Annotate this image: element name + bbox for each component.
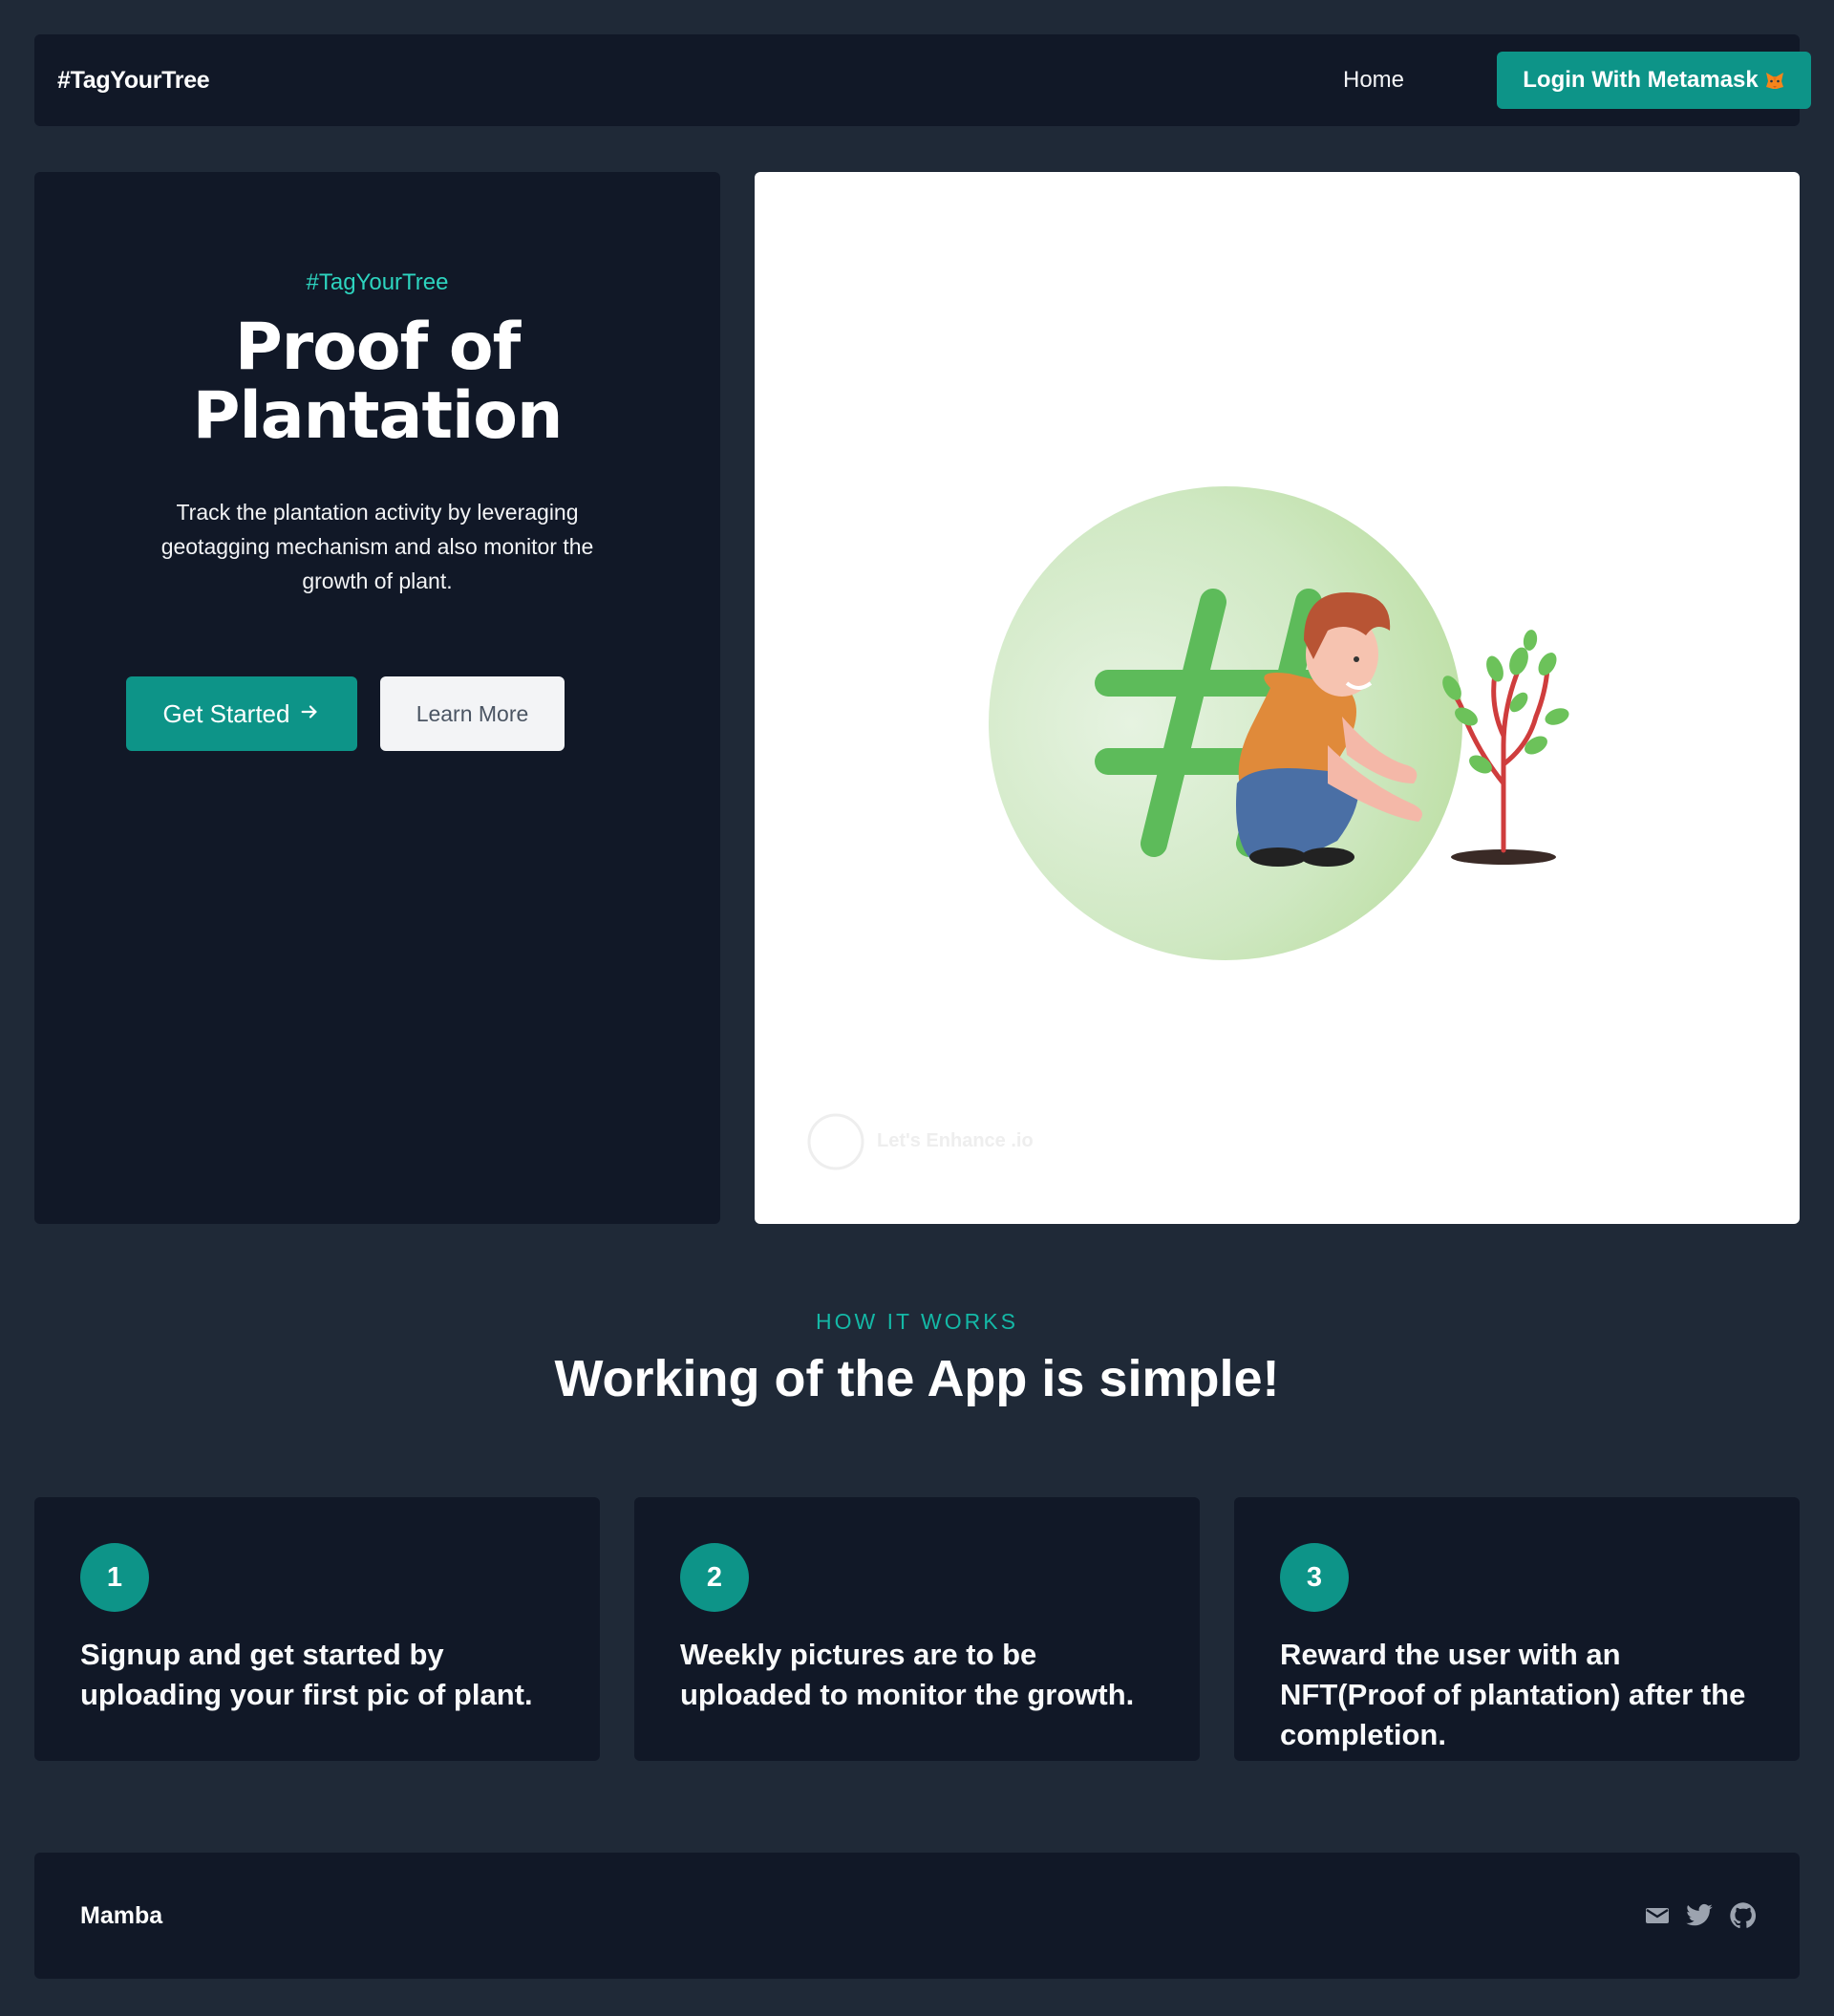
how-it-works-title: Working of the App is simple! bbox=[554, 1350, 1280, 1407]
footer-brand: Mamba bbox=[80, 1901, 163, 1929]
brand-logo[interactable]: #TagYourTree bbox=[57, 67, 210, 95]
step-card-2: 2 Weekly pictures are to be uploaded to … bbox=[634, 1497, 1200, 1761]
login-button-label: Login With Metamask bbox=[1523, 67, 1759, 93]
hero-illustration: Let's Enhance .io bbox=[755, 172, 1800, 1224]
get-started-label: Get Started bbox=[162, 698, 290, 728]
metamask-fox-icon bbox=[1764, 70, 1785, 91]
step-description: Weekly pictures are to be uploaded to mo… bbox=[680, 1638, 1135, 1711]
footer: Mamba bbox=[34, 1853, 1800, 1979]
arrow-right-icon bbox=[299, 699, 320, 729]
step-description: Reward the user with an NFT(Proof of pla… bbox=[1280, 1638, 1746, 1751]
boy-planting-tree-illustration: Let's Enhance .io bbox=[807, 486, 1569, 1170]
footer-social-links bbox=[1645, 1901, 1758, 1930]
step-card-1: 1 Signup and get started by uploading yo… bbox=[34, 1497, 600, 1761]
twitter-icon[interactable] bbox=[1685, 1903, 1714, 1928]
step-card-3: 3 Reward the user with an NFT(Proof of p… bbox=[1234, 1497, 1800, 1761]
how-it-works-label: HOW IT WORKS bbox=[816, 1309, 1018, 1334]
hero-title: Proof of Plantation bbox=[34, 313, 720, 451]
step-number-badge: 3 bbox=[1280, 1543, 1349, 1612]
learn-more-button[interactable]: Learn More bbox=[380, 676, 565, 751]
login-metamask-button[interactable]: Login With Metamask bbox=[1497, 52, 1811, 109]
top-navbar: #TagYourTree Home Login With Metamask bbox=[34, 34, 1811, 126]
step-number-badge: 2 bbox=[680, 1543, 749, 1612]
github-icon[interactable] bbox=[1729, 1901, 1758, 1930]
page: #TagYourTree Home Login With Metamask #T… bbox=[0, 0, 1834, 2016]
hero-tag: #TagYourTree bbox=[306, 269, 449, 295]
nav-home-link[interactable]: Home bbox=[1343, 67, 1404, 94]
step-description: Signup and get started by uploading your… bbox=[80, 1638, 533, 1711]
hero-description: Track the plantation activity by leverag… bbox=[160, 500, 594, 593]
hero-title-line-2: Plantation bbox=[192, 378, 564, 454]
watermark-text: Let's Enhance .io bbox=[877, 1130, 1034, 1151]
hero-text-panel: #TagYourTree Proof of Plantation Track t… bbox=[34, 172, 720, 1224]
hero-title-line-1: Proof of bbox=[234, 310, 521, 385]
get-started-button[interactable]: Get Started bbox=[126, 676, 357, 751]
mail-icon[interactable] bbox=[1645, 1906, 1670, 1925]
step-number-badge: 1 bbox=[80, 1543, 149, 1612]
